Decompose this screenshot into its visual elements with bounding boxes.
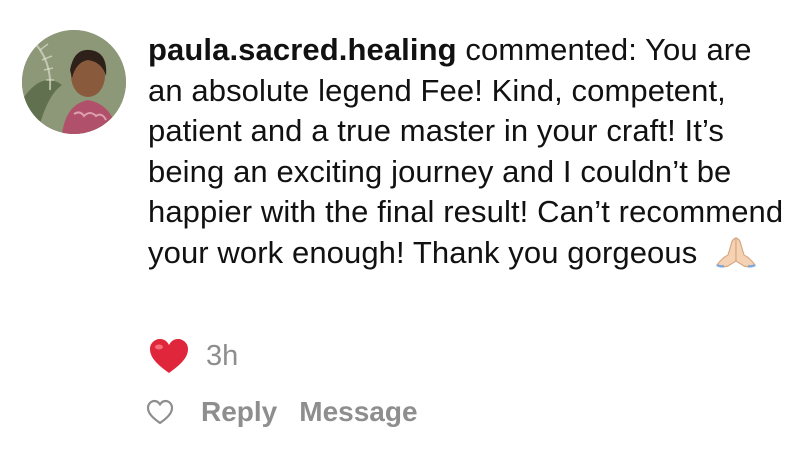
comment-action-label: commented: [465,32,637,67]
heart-outline-icon[interactable] [146,399,174,425]
comment-item: paula.sacred.healing commented: You are … [0,0,800,465]
message-button[interactable]: Message [299,396,417,428]
comment-meta: 3h [148,336,238,376]
avatar-photo [22,30,126,134]
reply-button[interactable]: Reply [201,396,277,428]
folded-hands-emoji [714,235,758,269]
timestamp: 3h [206,339,239,372]
comment-actions: Reply Message [146,392,440,432]
red-heart-emoji [150,339,188,373]
comment-text: You are an absolute legend Fee! Kind, co… [148,32,784,270]
comment-body: paula.sacred.healing commented: You are … [148,30,788,273]
username[interactable]: paula.sacred.healing [148,32,457,67]
avatar[interactable] [22,30,126,134]
